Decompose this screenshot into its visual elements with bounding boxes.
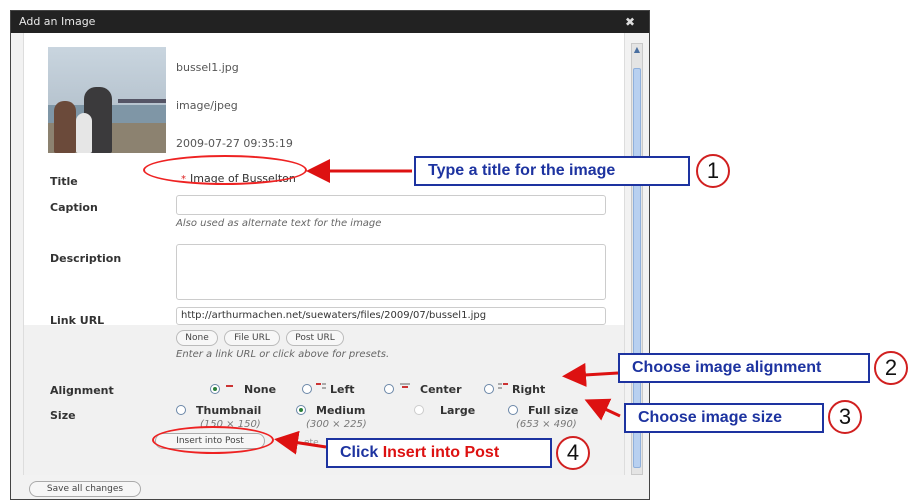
callout-step2: Choose image alignment — [618, 353, 870, 383]
step3-number: 3 — [828, 400, 862, 434]
step4-number: 4 — [556, 436, 590, 470]
callout-step1: Type a title for the image — [414, 156, 690, 186]
step2-number: 2 — [874, 351, 908, 385]
callout-step4: Click Insert into Post — [326, 438, 552, 468]
callout-step4-prefix: Click — [340, 444, 383, 461]
arrow-step4 — [274, 430, 327, 455]
callout-step3: Choose image size — [624, 403, 824, 433]
step1-number: 1 — [696, 154, 730, 188]
arrow-step3 — [584, 398, 621, 421]
arrow-step2 — [562, 362, 619, 387]
callout-step4-highlight: Insert into Post — [382, 444, 500, 461]
